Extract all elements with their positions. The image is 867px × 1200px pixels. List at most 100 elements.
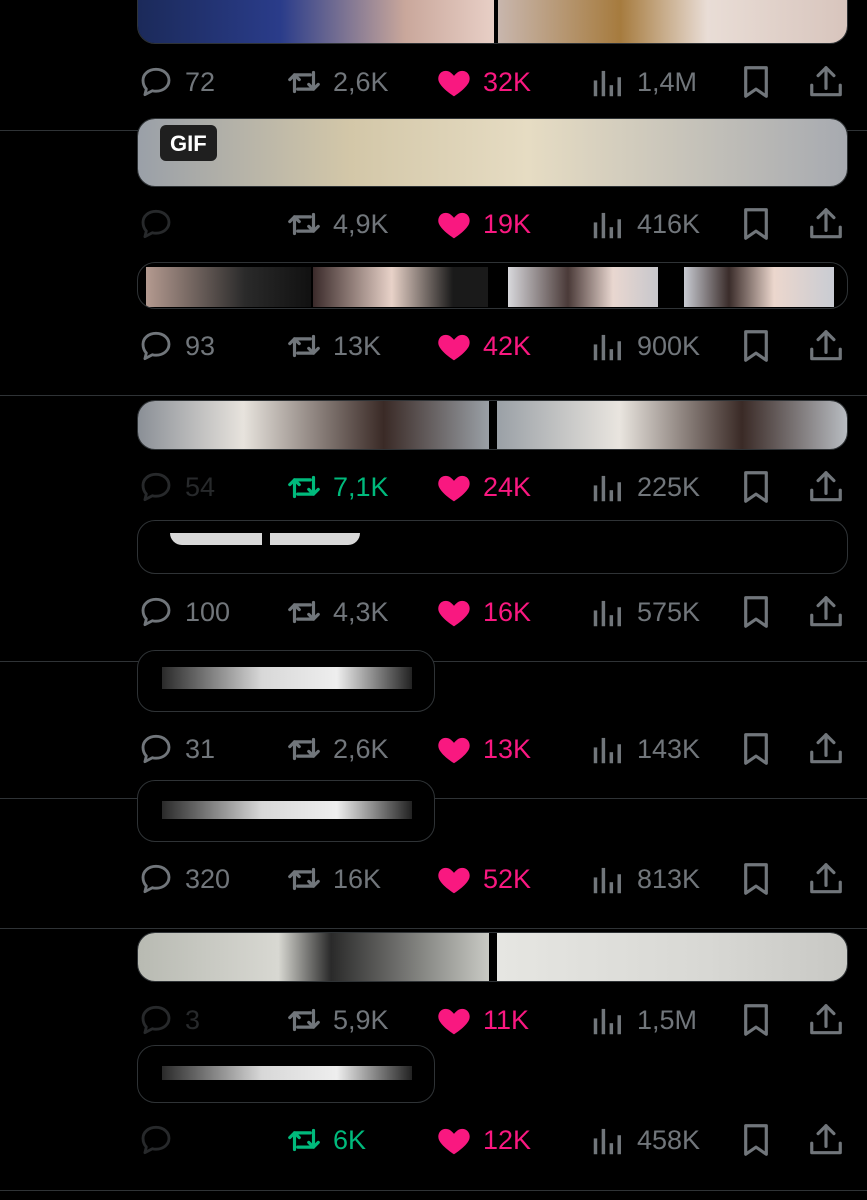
bookmark-button[interactable] xyxy=(737,998,775,1042)
share-button[interactable] xyxy=(807,202,845,246)
views-button[interactable]: 143K xyxy=(589,727,700,771)
retweet-icon xyxy=(285,205,323,243)
reply-button[interactable]: 93 xyxy=(137,324,215,368)
retweet-button[interactable]: 4,9K xyxy=(285,202,389,246)
retweet-icon xyxy=(285,468,323,506)
views-button[interactable]: 225K xyxy=(589,465,700,509)
share-icon xyxy=(807,468,845,506)
reply-icon xyxy=(137,205,175,243)
share-button[interactable] xyxy=(807,727,845,771)
views-button[interactable]: 458K xyxy=(589,1118,700,1162)
like-button[interactable]: 19K xyxy=(435,202,531,246)
media-photo[interactable] xyxy=(497,933,847,981)
tweet-media[interactable] xyxy=(137,0,848,44)
tweet-media[interactable] xyxy=(137,932,848,982)
views-button[interactable]: 1,5M xyxy=(589,998,697,1042)
share-button[interactable] xyxy=(807,465,845,509)
share-button[interactable] xyxy=(807,998,845,1042)
bookmark-button[interactable] xyxy=(737,857,775,901)
media-video-card[interactable] xyxy=(137,1045,435,1103)
views-button[interactable]: 813K xyxy=(589,857,700,901)
bookmark-button[interactable] xyxy=(737,60,775,104)
reply-button[interactable]: 100 xyxy=(137,590,230,634)
bookmark-button[interactable] xyxy=(737,202,775,246)
reply-button[interactable]: 54 xyxy=(137,465,215,509)
bookmark-icon xyxy=(737,1121,775,1159)
media-photo[interactable] xyxy=(170,533,262,545)
retweet-icon xyxy=(285,1001,323,1039)
retweet-button[interactable]: 16K xyxy=(285,857,381,901)
media-photo[interactable] xyxy=(684,267,834,307)
tweet-actions: 54 7,1K 24K 225K xyxy=(137,465,847,509)
media-photo[interactable] xyxy=(138,0,494,43)
like-button[interactable]: 52K xyxy=(435,857,531,901)
media-photo[interactable] xyxy=(138,933,489,981)
like-count: 12K xyxy=(483,1124,532,1155)
video-thumbnail[interactable] xyxy=(162,667,412,689)
bookmark-button[interactable] xyxy=(737,324,775,368)
retweet-button[interactable]: 13K xyxy=(285,324,381,368)
views-chart-icon xyxy=(589,468,627,506)
share-button[interactable] xyxy=(807,590,845,634)
views-button[interactable]: 900K xyxy=(589,324,700,368)
share-button[interactable] xyxy=(807,1118,845,1162)
bookmark-button[interactable] xyxy=(737,590,775,634)
video-thumbnail[interactable] xyxy=(162,801,412,819)
reply-button[interactable]: 3 xyxy=(137,998,200,1042)
like-button[interactable]: 24K xyxy=(435,465,531,509)
views-chart-icon xyxy=(589,730,627,768)
media-photo[interactable] xyxy=(270,533,360,545)
share-icon xyxy=(807,1121,845,1159)
like-button[interactable]: 11K xyxy=(435,998,529,1042)
bookmark-button[interactable] xyxy=(737,465,775,509)
views-button[interactable]: 1,4M xyxy=(589,60,697,104)
bookmark-button[interactable] xyxy=(737,727,775,771)
video-thumbnail[interactable] xyxy=(162,1066,412,1080)
view-count: 900K xyxy=(637,330,701,361)
retweet-button[interactable]: 2,6K xyxy=(285,60,389,104)
retweet-button[interactable]: 6K xyxy=(285,1118,366,1162)
views-button[interactable]: 416K xyxy=(589,202,700,246)
media-video-card[interactable] xyxy=(137,780,435,842)
tweet-actions: 4,9K 19K 416K xyxy=(137,202,847,246)
like-button[interactable]: 42K xyxy=(435,324,531,368)
media-gif[interactable] xyxy=(138,119,847,186)
retweet-button[interactable]: 4,3K xyxy=(285,590,389,634)
like-button[interactable]: 13K xyxy=(435,727,531,771)
media-photo[interactable] xyxy=(138,401,489,449)
tweet-media[interactable]: GIF xyxy=(137,118,848,187)
retweet-button[interactable]: 7,1K xyxy=(285,465,389,509)
like-button[interactable]: 32K xyxy=(435,60,531,104)
retweet-button[interactable]: 5,9K xyxy=(285,998,389,1042)
reply-button[interactable]: 72 xyxy=(137,60,215,104)
heart-icon xyxy=(435,730,473,768)
media-photo[interactable] xyxy=(498,0,847,43)
view-count: 1,4M xyxy=(637,66,698,97)
reply-button[interactable] xyxy=(137,1118,185,1162)
reply-count: 93 xyxy=(185,330,216,361)
share-button[interactable] xyxy=(807,857,845,901)
tweet-actions: 6K 12K 458K xyxy=(137,1118,847,1162)
reply-button[interactable]: 320 xyxy=(137,857,230,901)
reply-button[interactable]: 31 xyxy=(137,727,215,771)
share-button[interactable] xyxy=(807,60,845,104)
bookmark-button[interactable] xyxy=(737,1118,775,1162)
tweet-actions: 72 2,6K 32K 1,4M xyxy=(137,60,847,104)
views-button[interactable]: 575K xyxy=(589,590,700,634)
like-button[interactable]: 12K xyxy=(435,1118,531,1162)
like-button[interactable]: 16K xyxy=(435,590,531,634)
tweet-media[interactable] xyxy=(137,262,848,309)
gif-badge: GIF xyxy=(160,125,217,161)
retweet-icon xyxy=(285,860,323,898)
reply-button[interactable] xyxy=(137,202,185,246)
media-photo[interactable] xyxy=(146,267,311,307)
retweet-button[interactable]: 2,6K xyxy=(285,727,389,771)
share-button[interactable] xyxy=(807,324,845,368)
quoted-tweet-card[interactable] xyxy=(137,520,848,574)
reply-icon xyxy=(137,593,175,631)
tweet-media[interactable] xyxy=(137,400,848,450)
media-photo[interactable] xyxy=(508,267,658,307)
media-photo[interactable] xyxy=(497,401,847,449)
media-video-card[interactable] xyxy=(137,650,435,712)
media-photo[interactable] xyxy=(313,267,488,307)
